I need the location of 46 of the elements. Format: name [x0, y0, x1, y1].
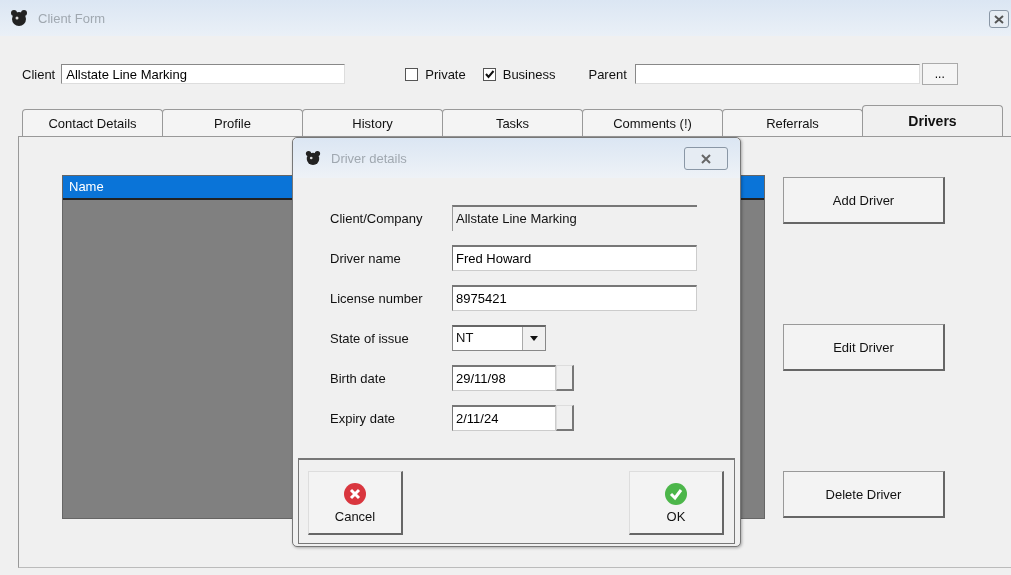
dropdown[interactable]: NT	[452, 325, 546, 351]
dialog-title: Driver details	[331, 150, 407, 166]
text-field[interactable]: 8975421	[452, 285, 697, 311]
client-label: Client	[22, 66, 56, 82]
close-icon	[700, 153, 712, 164]
date-field[interactable]: 2/11/24	[452, 405, 556, 431]
tab[interactable]: Contact Details	[22, 109, 163, 136]
checkbox-label: Business	[502, 66, 556, 82]
caret-icon	[530, 336, 538, 341]
ok-button[interactable]: OK	[629, 471, 724, 535]
field-label: Driver name	[330, 250, 402, 266]
date-field[interactable]: 29/11/98	[452, 365, 556, 391]
close-icon	[994, 14, 1004, 24]
field-label: Expiry date	[330, 410, 397, 426]
checkmark-icon	[664, 481, 688, 506]
round-logo-icon	[305, 150, 321, 166]
tab[interactable]: Profile	[162, 109, 303, 136]
field-label: Client/Company	[330, 210, 424, 226]
driver-action-button[interactable]: Edit Driver	[783, 324, 945, 371]
browse-button[interactable]: ...	[921, 63, 958, 85]
checkbox[interactable]	[482, 67, 496, 81]
tab[interactable]: Tasks	[442, 109, 583, 136]
round-logo-icon	[10, 9, 28, 27]
cross-icon	[343, 481, 367, 506]
field-label: Birth date	[330, 370, 387, 386]
checkbox[interactable]	[405, 67, 419, 81]
field-label: State of issue	[330, 330, 410, 346]
parent-field[interactable]	[634, 64, 920, 84]
driver-action-button[interactable]: Add Driver	[783, 177, 945, 224]
driver-action-button[interactable]: Delete Driver	[783, 471, 945, 518]
tab[interactable]: Referrals	[722, 109, 863, 136]
date-picker-button[interactable]	[556, 405, 574, 431]
client-field[interactable]: Allstate Line Marking	[61, 64, 346, 84]
close-button[interactable]	[684, 147, 728, 170]
date-picker-button[interactable]	[556, 365, 574, 391]
checkbox-label: Private	[425, 66, 466, 82]
cancel-button[interactable]: Cancel	[308, 471, 403, 535]
tab[interactable]: Comments (!)	[582, 109, 723, 136]
text-field[interactable]: Fred Howard	[452, 245, 697, 271]
tab[interactable]: History	[302, 109, 443, 136]
field-label: License number	[330, 290, 424, 306]
close-button[interactable]	[989, 10, 1009, 28]
parent-label: Parent	[588, 66, 627, 82]
window-title: Client Form	[38, 10, 106, 26]
tab[interactable]: Drivers	[862, 105, 1003, 136]
readonly-field: Allstate Line Marking	[452, 205, 697, 231]
